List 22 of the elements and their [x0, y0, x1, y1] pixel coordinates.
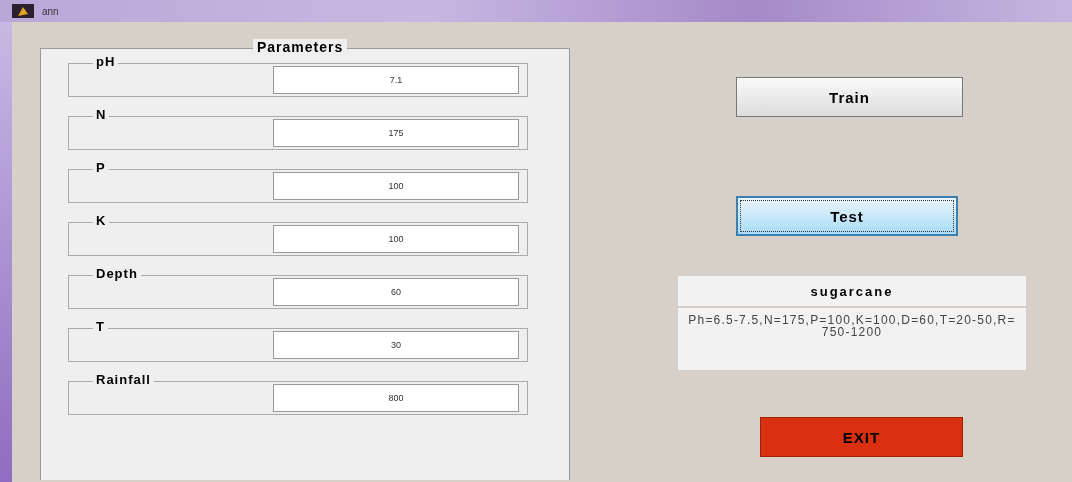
input-field[interactable]: 100	[273, 225, 519, 253]
input-field[interactable]: 60	[273, 278, 519, 306]
panel-title: Parameters	[253, 39, 348, 55]
input-field[interactable]: 100	[273, 172, 519, 200]
parameter-label: pH	[93, 54, 119, 69]
action-button[interactable]: Train	[736, 77, 963, 117]
action-button[interactable]: Test	[736, 196, 958, 236]
input-field[interactable]: 7.1	[273, 66, 519, 94]
parameter-label: N	[93, 107, 110, 122]
exit-button[interactable]: EXIT	[760, 417, 963, 457]
parameter-label: Rainfall	[93, 372, 154, 387]
parameter-label: T	[93, 319, 108, 334]
window-title: ann	[42, 5, 59, 17]
parameter-label: Depth	[93, 266, 141, 281]
result-details: Ph=6.5-7.5,N=175,P=100,K=100,D=60,T=20-50,R=750-1200	[678, 308, 1026, 370]
result-label: sugarcane	[678, 276, 1026, 306]
input-field[interactable]: 30	[273, 331, 519, 359]
input-field[interactable]: 175	[273, 119, 519, 147]
input-field[interactable]: 800	[273, 384, 519, 412]
parameter-label: K	[93, 213, 110, 228]
app-icon	[12, 4, 34, 18]
parameter-label: P	[93, 160, 109, 175]
